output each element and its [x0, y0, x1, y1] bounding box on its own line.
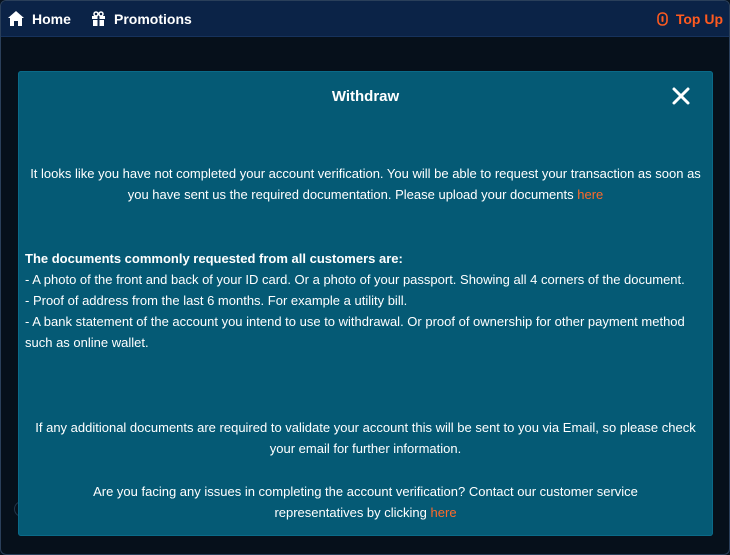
document-item-id: - A photo of the front and back of your … [25, 272, 685, 287]
nav-home-label: Home [32, 10, 71, 27]
withdraw-modal: Withdraw It looks like you have not comp… [18, 71, 713, 536]
support-message: Are you facing any issues in completing … [58, 481, 673, 523]
top-navbar: Home Promotions Top Up [1, 1, 729, 37]
gift-icon [92, 11, 105, 26]
upload-documents-link[interactable]: here [577, 187, 603, 202]
documents-list: The documents commonly requested from al… [25, 248, 705, 353]
topup-label: Top Up [675, 10, 723, 27]
topup-button[interactable]: Top Up [657, 1, 723, 36]
additional-documents-message: If any additional documents are required… [35, 420, 696, 456]
close-icon[interactable] [671, 86, 691, 106]
home-icon [8, 11, 24, 26]
support-text: Are you facing any issues in completing … [93, 484, 638, 520]
document-item-bank: - A bank statement of the account you in… [25, 314, 685, 350]
documents-heading: The documents commonly requested from al… [25, 251, 403, 266]
nav-promotions-label: Promotions [114, 10, 192, 27]
contact-support-link[interactable]: here [431, 505, 457, 520]
nav-home[interactable]: Home [8, 1, 71, 36]
modal-title: Withdraw [331, 88, 400, 105]
app-window: Home Promotions Top Up Withdraw It looks… [0, 0, 730, 555]
document-item-address: - Proof of address from the last 6 month… [25, 293, 408, 308]
verification-message: It looks like you have not completed you… [24, 163, 707, 205]
topup-icon [657, 11, 668, 26]
nav-promotions[interactable]: Promotions [91, 1, 192, 36]
